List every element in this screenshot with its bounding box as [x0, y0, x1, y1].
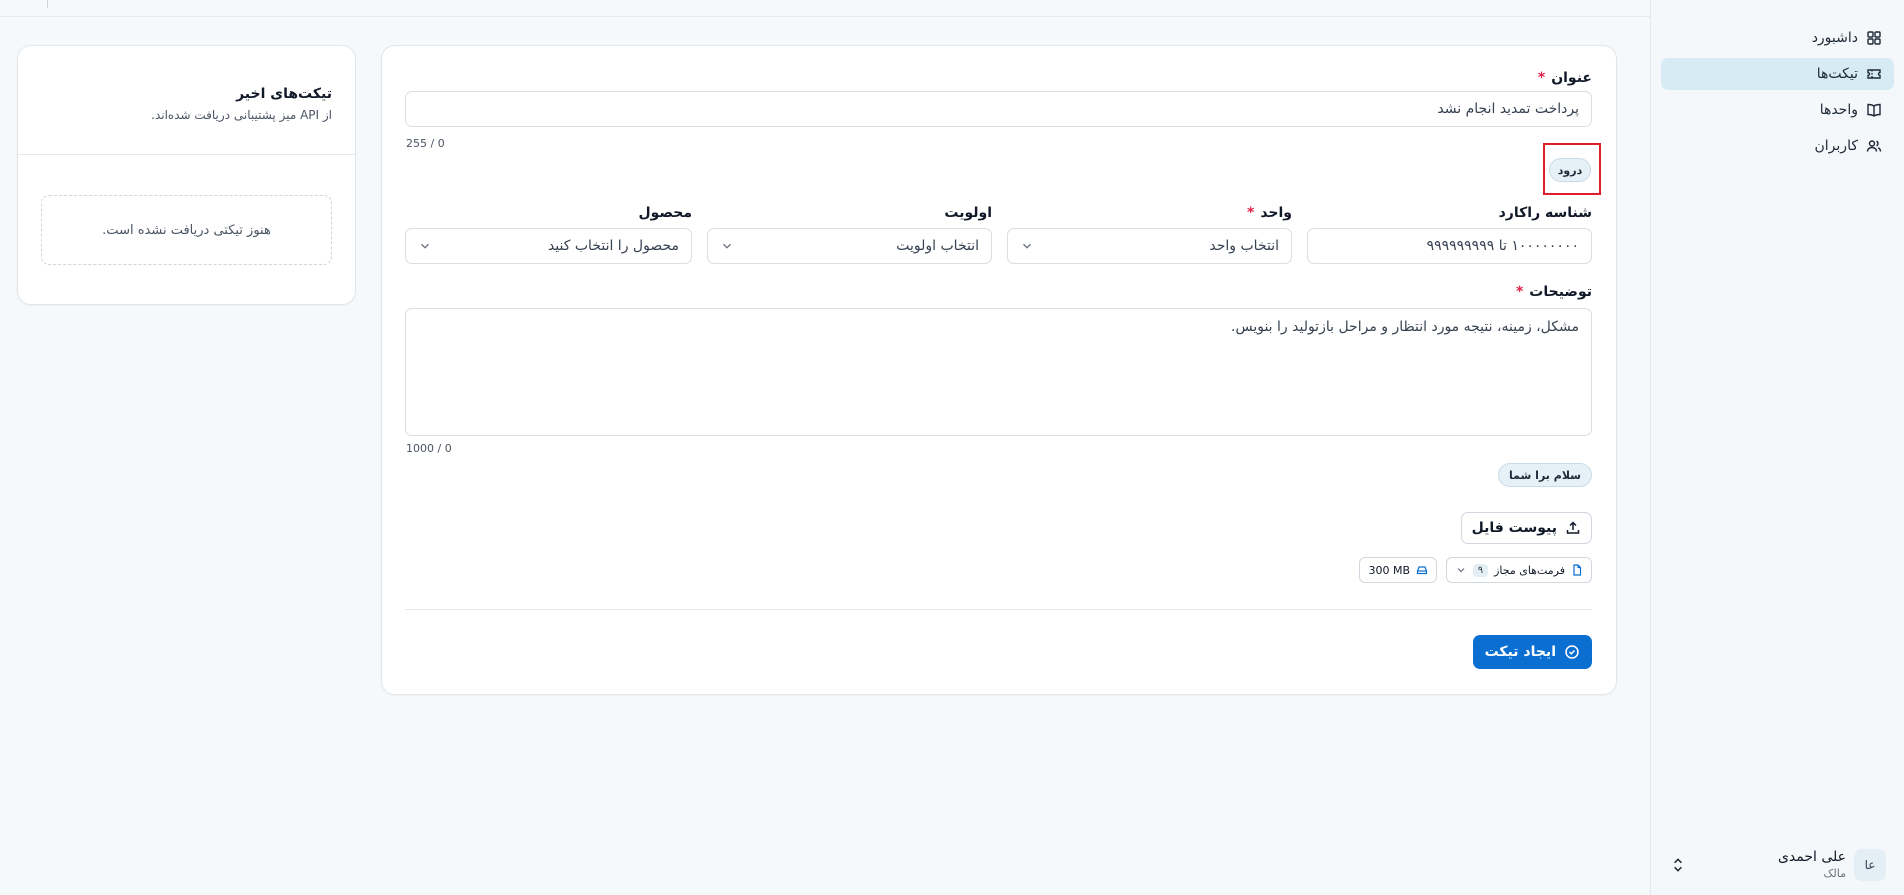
title-input-value: پرداخت تمدید انجام نشد: [1437, 101, 1579, 117]
required-marker: *: [1515, 284, 1524, 300]
empty-state: هنوز تیکتی دریافت نشده است.: [41, 195, 332, 265]
priority-placeholder: انتخاب اولویت: [896, 238, 979, 254]
sidebar-item-label: کاربران: [1814, 138, 1858, 154]
rakard-label: شناسه راکارد: [1498, 205, 1592, 221]
description-textarea[interactable]: مشکل، زمینه، نتیجه مورد انتظار و مراحل ب…: [405, 308, 1592, 436]
sidebar-item-units[interactable]: واحدها: [1661, 94, 1894, 126]
chevron-down-icon: [1023, 243, 1031, 249]
sidebar-item-label: داشبورد: [1811, 30, 1858, 46]
sidebar-item-tickets[interactable]: تیکت‌ها: [1661, 58, 1894, 90]
user-name: علی احمدی: [1777, 849, 1846, 866]
user-role: مالک: [1823, 866, 1846, 880]
sidebar-item-label: تیکت‌ها: [1816, 66, 1858, 82]
product-label: محصول: [638, 205, 692, 221]
description-counter: 1000 / 0: [406, 442, 452, 455]
chevron-down-icon: [723, 243, 731, 249]
recent-tickets-divider: [18, 154, 355, 155]
chevrons-up-down-icon[interactable]: [1669, 856, 1687, 874]
ticket-form-card: عنوان * پرداخت تمدید انجام نشد 255 / 0 د…: [381, 45, 1617, 695]
description-placeholder: مشکل، زمینه، نتیجه مورد انتظار و مراحل ب…: [1231, 319, 1579, 335]
product-select[interactable]: محصول را انتخاب کنید: [405, 228, 692, 264]
rakard-placeholder: ۱۰۰۰۰۰۰۰۰ تا ۹۹۹۹۹۹۹۹۹: [1426, 238, 1579, 254]
product-placeholder: محصول را انتخاب کنید: [547, 238, 679, 254]
recent-tickets-subtitle: از API میز پشتیبانی دریافت شده‌اند.: [151, 108, 332, 122]
storage-icon: [1416, 566, 1428, 575]
priority-select[interactable]: انتخاب اولویت: [707, 228, 992, 264]
attach-file-label: پیوست فایل: [1471, 520, 1557, 536]
title-input[interactable]: پرداخت تمدید انجام نشد: [405, 91, 1592, 127]
ticket-icon: [1867, 69, 1881, 79]
user-info: علی احمدی مالک: [1778, 849, 1846, 880]
chevron-down-icon: [421, 243, 429, 249]
allowed-formats-label: فرمت‌های مجاز: [1494, 563, 1565, 577]
title-counter: 255 / 0: [406, 137, 445, 150]
sidebar-item-users[interactable]: کاربران: [1661, 130, 1894, 162]
sidebar-item-label: واحدها: [1819, 102, 1858, 118]
recent-tickets-title: تیکت‌های اخیر: [236, 86, 332, 102]
form-divider: [405, 609, 1592, 610]
unit-placeholder: انتخاب واحد: [1209, 238, 1279, 254]
user-menu[interactable]: عا علی احمدی مالک: [1661, 845, 1894, 885]
formats-count-badge: ۹: [1472, 563, 1489, 577]
priority-label: اولویت: [944, 205, 992, 221]
unit-select[interactable]: انتخاب واحد: [1007, 228, 1292, 264]
chevron-down-icon: [1457, 568, 1465, 573]
title-label: عنوان *: [1538, 70, 1592, 86]
attach-file-button[interactable]: پیوست فایل: [1460, 512, 1592, 544]
create-ticket-button[interactable]: ایجاد تیکت: [1472, 635, 1592, 669]
sidebar-item-dashboard[interactable]: داشبورد: [1661, 22, 1894, 54]
required-marker: *: [1537, 70, 1546, 86]
rakard-input[interactable]: ۱۰۰۰۰۰۰۰۰ تا ۹۹۹۹۹۹۹۹۹: [1307, 228, 1592, 264]
dashboard-icon: [1867, 31, 1881, 45]
top-bar: [0, 0, 1650, 17]
unit-label-text: واحد: [1260, 205, 1292, 221]
required-marker: *: [1246, 205, 1255, 221]
unit-label: واحد *: [1247, 205, 1292, 221]
create-ticket-label: ایجاد تیکت: [1484, 644, 1556, 660]
upload-icon: [1566, 521, 1580, 534]
file-icon: [1573, 564, 1582, 576]
avatar: عا: [1854, 849, 1886, 881]
users-icon: [1866, 140, 1882, 152]
quick-reply-chip[interactable]: سلام برا شما: [1498, 463, 1592, 487]
description-label-text: توضیحات: [1529, 284, 1592, 300]
max-size-label: 300 MB: [1368, 563, 1410, 577]
description-label: توضیحات *: [1516, 284, 1592, 300]
allowed-formats-pill[interactable]: فرمت‌های مجاز ۹: [1445, 557, 1592, 583]
sidebar-nav: داشبورد تیکت‌ها واحدها کاربران: [1661, 22, 1894, 166]
greeting-chip[interactable]: درود: [1549, 158, 1591, 182]
recent-tickets-card: تیکت‌های اخیر از API میز پشتیبانی دریافت…: [17, 45, 356, 305]
title-label-text: عنوان: [1551, 70, 1592, 86]
check-circle-icon: [1565, 645, 1579, 659]
book-icon: [1867, 103, 1881, 117]
sidebar: داشبورد تیکت‌ها واحدها کاربران عا علی اح…: [1650, 0, 1904, 895]
max-size-pill: 300 MB: [1359, 557, 1437, 583]
top-bar-separator: [47, 0, 48, 8]
